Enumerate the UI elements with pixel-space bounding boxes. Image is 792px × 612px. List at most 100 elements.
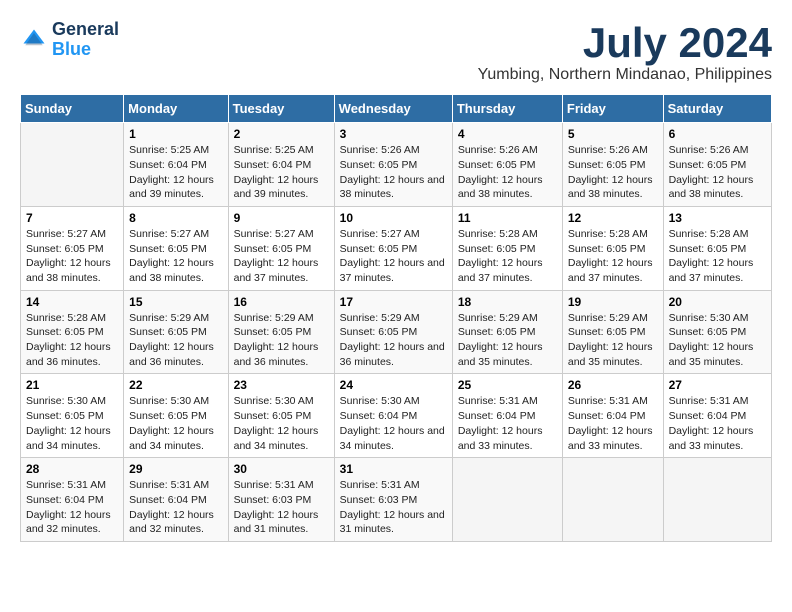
logo-text-line2: Blue xyxy=(52,40,119,60)
day-number: 18 xyxy=(458,295,557,309)
calendar-cell: 6 Sunrise: 5:26 AM Sunset: 6:05 PM Daylig… xyxy=(663,123,771,207)
calendar-week-row: 28 Sunrise: 5:31 AM Sunset: 6:04 PM Dayli… xyxy=(21,458,772,542)
cell-content: Sunrise: 5:27 AM Sunset: 6:05 PM Dayligh… xyxy=(234,227,329,286)
calendar-cell: 28 Sunrise: 5:31 AM Sunset: 6:04 PM Dayli… xyxy=(21,458,124,542)
day-number: 4 xyxy=(458,127,557,141)
day-number: 9 xyxy=(234,211,329,225)
cell-content: Sunrise: 5:31 AM Sunset: 6:04 PM Dayligh… xyxy=(669,394,766,453)
calendar-cell: 14 Sunrise: 5:28 AM Sunset: 6:05 PM Dayli… xyxy=(21,290,124,374)
day-number: 3 xyxy=(340,127,447,141)
day-number: 12 xyxy=(568,211,658,225)
calendar-cell: 22 Sunrise: 5:30 AM Sunset: 6:05 PM Dayli… xyxy=(124,374,228,458)
calendar-week-row: 21 Sunrise: 5:30 AM Sunset: 6:05 PM Dayli… xyxy=(21,374,772,458)
logo-icon xyxy=(20,26,48,54)
cell-content: Sunrise: 5:25 AM Sunset: 6:04 PM Dayligh… xyxy=(129,143,222,202)
weekday-header: Thursday xyxy=(452,95,562,123)
calendar-cell: 5Sunrise: 5:26 AM Sunset: 6:05 PM Daylig… xyxy=(562,123,663,207)
calendar-cell: 30 Sunrise: 5:31 AM Sunset: 6:03 PM Dayli… xyxy=(228,458,334,542)
day-number: 14 xyxy=(26,295,118,309)
calendar-cell: 9 Sunrise: 5:27 AM Sunset: 6:05 PM Daylig… xyxy=(228,206,334,290)
calendar-cell xyxy=(663,458,771,542)
cell-content: Sunrise: 5:30 AM Sunset: 6:04 PM Dayligh… xyxy=(340,394,447,453)
day-number: 24 xyxy=(340,378,447,392)
calendar-cell: 16Sunrise: 5:29 AM Sunset: 6:05 PM Dayli… xyxy=(228,290,334,374)
calendar-cell: 23 Sunrise: 5:30 AM Sunset: 6:05 PM Dayli… xyxy=(228,374,334,458)
day-number: 11 xyxy=(458,211,557,225)
calendar-cell xyxy=(562,458,663,542)
calendar-cell: 29 Sunrise: 5:31 AM Sunset: 6:04 PM Dayli… xyxy=(124,458,228,542)
calendar-cell: 25Sunrise: 5:31 AM Sunset: 6:04 PM Dayli… xyxy=(452,374,562,458)
calendar-cell xyxy=(452,458,562,542)
calendar-cell: 10Sunrise: 5:27 AM Sunset: 6:05 PM Dayli… xyxy=(334,206,452,290)
day-number: 21 xyxy=(26,378,118,392)
calendar-cell: 11 Sunrise: 5:28 AM Sunset: 6:05 PM Dayli… xyxy=(452,206,562,290)
cell-content: Sunrise: 5:30 AM Sunset: 6:05 PM Dayligh… xyxy=(669,311,766,370)
cell-content: Sunrise: 5:31 AM Sunset: 6:04 PM Dayligh… xyxy=(568,394,658,453)
calendar-cell: 3 Sunrise: 5:26 AM Sunset: 6:05 PM Daylig… xyxy=(334,123,452,207)
day-number: 16 xyxy=(234,295,329,309)
weekday-header: Friday xyxy=(562,95,663,123)
day-number: 27 xyxy=(669,378,766,392)
day-number: 6 xyxy=(669,127,766,141)
calendar-week-row: 14 Sunrise: 5:28 AM Sunset: 6:05 PM Dayli… xyxy=(21,290,772,374)
calendar-cell: 26 Sunrise: 5:31 AM Sunset: 6:04 PM Dayli… xyxy=(562,374,663,458)
calendar-cell: 20 Sunrise: 5:30 AM Sunset: 6:05 PM Dayli… xyxy=(663,290,771,374)
day-number: 10 xyxy=(340,211,447,225)
calendar-cell: 18 Sunrise: 5:29 AM Sunset: 6:05 PM Dayli… xyxy=(452,290,562,374)
cell-content: Sunrise: 5:25 AM Sunset: 6:04 PM Dayligh… xyxy=(234,143,329,202)
day-number: 26 xyxy=(568,378,658,392)
logo-text-line1: General xyxy=(52,20,119,40)
calendar-cell: 12Sunrise: 5:28 AM Sunset: 6:05 PM Dayli… xyxy=(562,206,663,290)
calendar-week-row: 1 Sunrise: 5:25 AM Sunset: 6:04 PM Daylig… xyxy=(21,123,772,207)
day-number: 20 xyxy=(669,295,766,309)
day-number: 23 xyxy=(234,378,329,392)
calendar-cell: 19 Sunrise: 5:29 AM Sunset: 6:05 PM Dayli… xyxy=(562,290,663,374)
cell-content: Sunrise: 5:30 AM Sunset: 6:05 PM Dayligh… xyxy=(129,394,222,453)
weekday-header: Sunday xyxy=(21,95,124,123)
cell-content: Sunrise: 5:27 AM Sunset: 6:05 PM Dayligh… xyxy=(26,227,118,286)
cell-content: Sunrise: 5:29 AM Sunset: 6:05 PM Dayligh… xyxy=(458,311,557,370)
cell-content: Sunrise: 5:29 AM Sunset: 6:05 PM Dayligh… xyxy=(568,311,658,370)
cell-content: Sunrise: 5:27 AM Sunset: 6:05 PM Dayligh… xyxy=(129,227,222,286)
day-number: 13 xyxy=(669,211,766,225)
cell-content: Sunrise: 5:29 AM Sunset: 6:05 PM Dayligh… xyxy=(129,311,222,370)
cell-content: Sunrise: 5:30 AM Sunset: 6:05 PM Dayligh… xyxy=(26,394,118,453)
cell-content: Sunrise: 5:28 AM Sunset: 6:05 PM Dayligh… xyxy=(458,227,557,286)
calendar-title: July 2024 xyxy=(478,20,772,66)
day-number: 28 xyxy=(26,462,118,476)
cell-content: Sunrise: 5:28 AM Sunset: 6:05 PM Dayligh… xyxy=(26,311,118,370)
day-number: 1 xyxy=(129,127,222,141)
cell-content: Sunrise: 5:31 AM Sunset: 6:04 PM Dayligh… xyxy=(129,478,222,537)
calendar-cell: 27 Sunrise: 5:31 AM Sunset: 6:04 PM Dayli… xyxy=(663,374,771,458)
calendar-cell: 31Sunrise: 5:31 AM Sunset: 6:03 PM Dayli… xyxy=(334,458,452,542)
cell-content: Sunrise: 5:30 AM Sunset: 6:05 PM Dayligh… xyxy=(234,394,329,453)
cell-content: Sunrise: 5:31 AM Sunset: 6:04 PM Dayligh… xyxy=(26,478,118,537)
calendar-cell: 24 Sunrise: 5:30 AM Sunset: 6:04 PM Dayli… xyxy=(334,374,452,458)
day-number: 22 xyxy=(129,378,222,392)
logo: General Blue xyxy=(20,20,119,60)
day-number: 30 xyxy=(234,462,329,476)
calendar-cell: 15 Sunrise: 5:29 AM Sunset: 6:05 PM Dayli… xyxy=(124,290,228,374)
title-block: July 2024 Yumbing, Northern Mindanao, Ph… xyxy=(478,20,772,84)
cell-content: Sunrise: 5:26 AM Sunset: 6:05 PM Dayligh… xyxy=(669,143,766,202)
weekday-header: Saturday xyxy=(663,95,771,123)
day-number: 19 xyxy=(568,295,658,309)
calendar-table: SundayMondayTuesdayWednesdayThursdayFrid… xyxy=(20,94,772,542)
cell-content: Sunrise: 5:26 AM Sunset: 6:05 PM Dayligh… xyxy=(458,143,557,202)
day-number: 2 xyxy=(234,127,329,141)
calendar-cell: 2 Sunrise: 5:25 AM Sunset: 6:04 PM Daylig… xyxy=(228,123,334,207)
weekday-header: Tuesday xyxy=(228,95,334,123)
page-header: General Blue July 2024 Yumbing, Northern… xyxy=(20,20,772,84)
day-number: 17 xyxy=(340,295,447,309)
weekday-header-row: SundayMondayTuesdayWednesdayThursdayFrid… xyxy=(21,95,772,123)
day-number: 15 xyxy=(129,295,222,309)
calendar-cell xyxy=(21,123,124,207)
cell-content: Sunrise: 5:26 AM Sunset: 6:05 PM Dayligh… xyxy=(340,143,447,202)
cell-content: Sunrise: 5:29 AM Sunset: 6:05 PM Dayligh… xyxy=(340,311,447,370)
calendar-week-row: 7Sunrise: 5:27 AM Sunset: 6:05 PM Daylig… xyxy=(21,206,772,290)
day-number: 25 xyxy=(458,378,557,392)
calendar-cell: 4 Sunrise: 5:26 AM Sunset: 6:05 PM Daylig… xyxy=(452,123,562,207)
day-number: 29 xyxy=(129,462,222,476)
calendar-cell: 8Sunrise: 5:27 AM Sunset: 6:05 PM Daylig… xyxy=(124,206,228,290)
cell-content: Sunrise: 5:31 AM Sunset: 6:03 PM Dayligh… xyxy=(234,478,329,537)
